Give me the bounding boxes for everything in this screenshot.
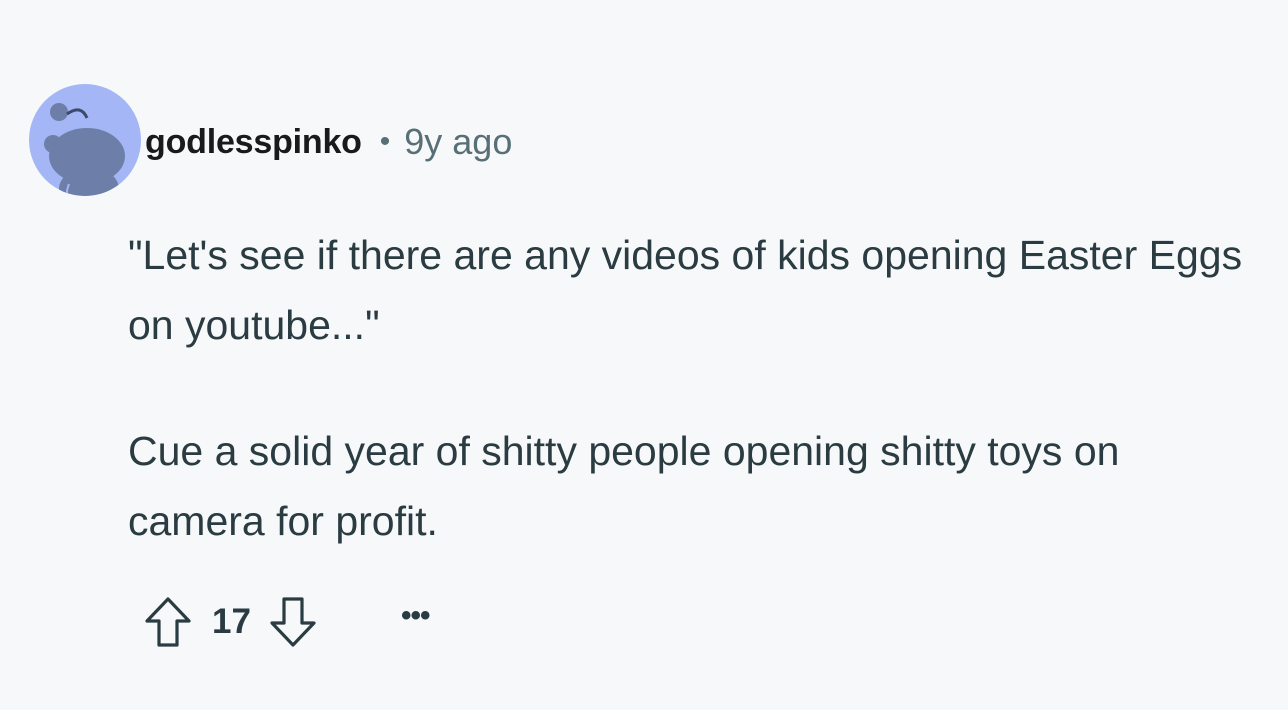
meta-separator: •: [379, 125, 391, 158]
upvote-arrow-icon: [145, 597, 191, 647]
downvote-button[interactable]: [267, 594, 319, 650]
comment-meta: godlesspinko • 9y ago: [145, 118, 512, 166]
comment: godlesspinko • 9y ago "Let's see if ther…: [0, 0, 1288, 710]
downvote-arrow-icon: [270, 597, 316, 647]
username-link[interactable]: godlesspinko: [145, 123, 362, 162]
comment-paragraph: Cue a solid year of shitty people openin…: [128, 428, 1120, 544]
comment-actions: 17 •••: [142, 592, 430, 652]
comment-paragraph: "Let's see if there are any videos of ki…: [128, 232, 1243, 348]
reddit-snoo-avatar-icon: [44, 103, 125, 196]
timestamp[interactable]: 9y ago: [404, 121, 512, 163]
vote-score: 17: [212, 602, 251, 641]
more-options-button[interactable]: •••: [401, 599, 430, 633]
upvote-button[interactable]: [142, 594, 194, 650]
comment-body: "Let's see if there are any videos of ki…: [128, 220, 1258, 612]
avatar[interactable]: [29, 84, 141, 196]
